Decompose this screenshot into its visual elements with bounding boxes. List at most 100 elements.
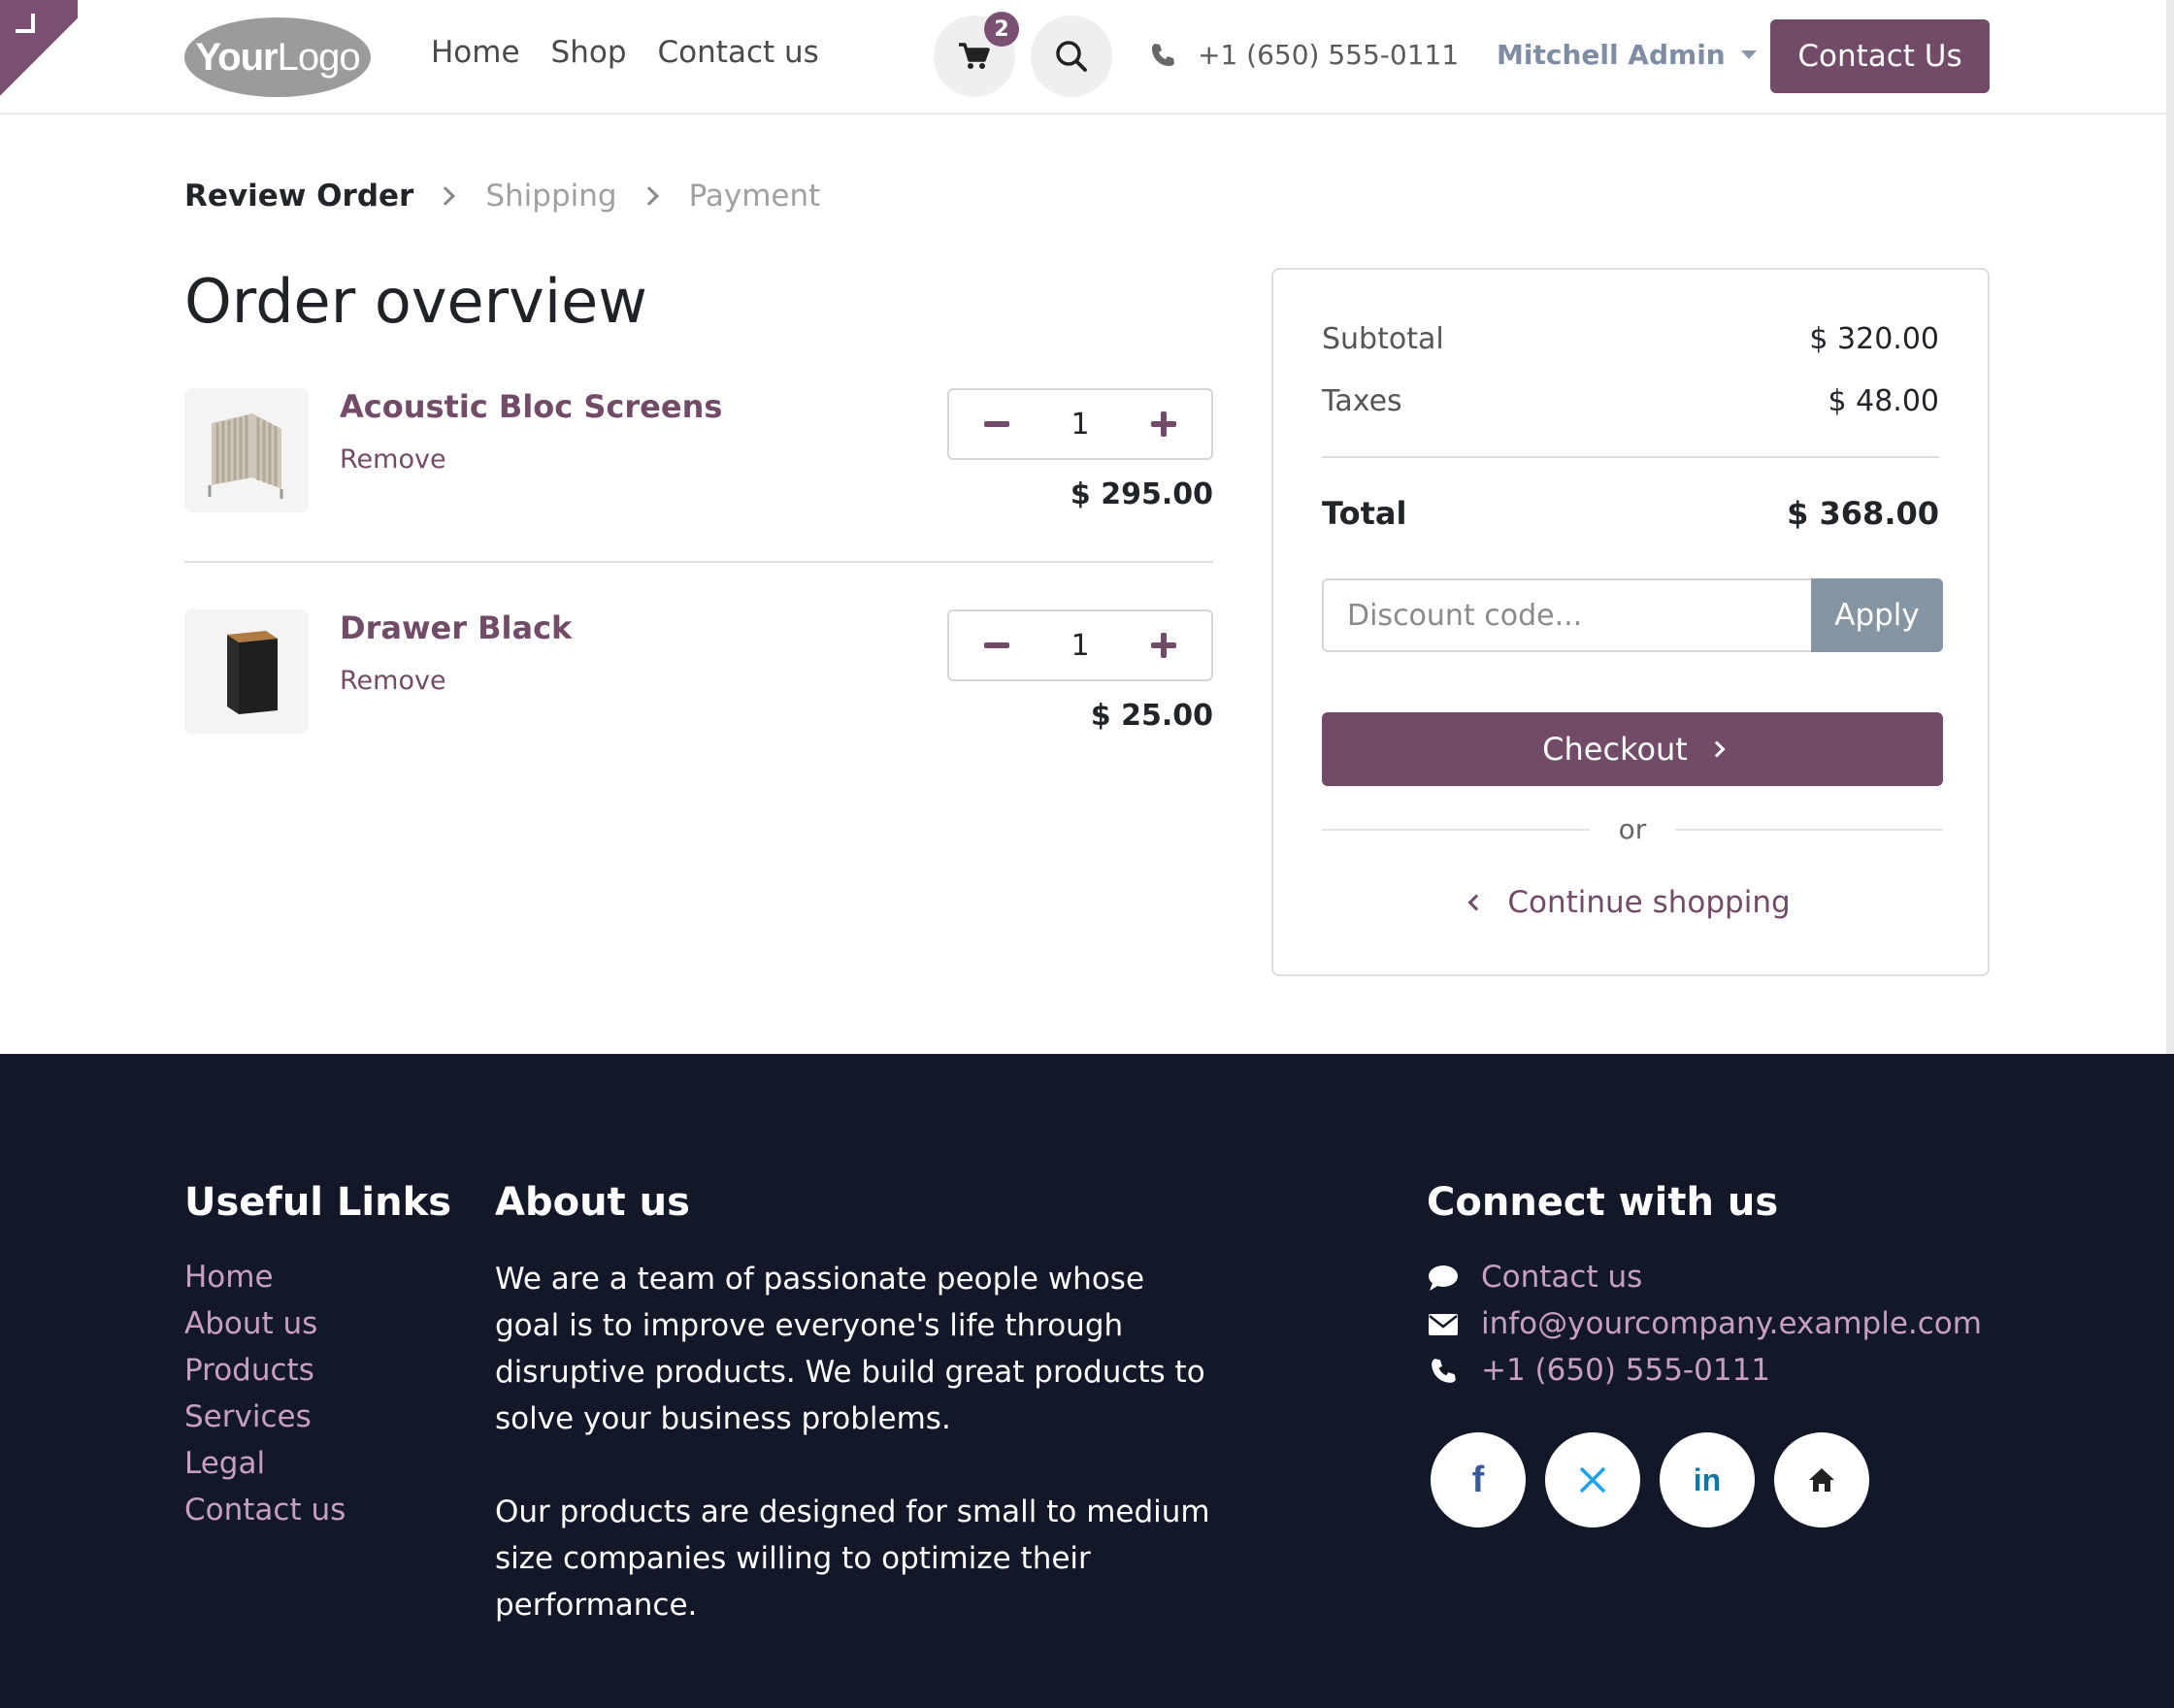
- quantity-value[interactable]: 1: [1071, 629, 1089, 663]
- user-name: Mitchell Admin: [1497, 39, 1726, 71]
- line-divider: [184, 561, 1213, 563]
- about-paragraph: Our products are designed for small to m…: [495, 1494, 1210, 1623]
- product-name[interactable]: Drawer Black: [340, 609, 572, 646]
- site-header: Your Logo Home Shop Contact us 2 +1 (650)…: [0, 0, 2174, 115]
- connect-contact[interactable]: Contact us: [1427, 1260, 1982, 1296]
- about-title: About us: [495, 1180, 690, 1225]
- acoustic-screen-image: [208, 413, 283, 499]
- cart-line: Acoustic Bloc Screens Remove 1 $ 295.00: [184, 388, 1213, 514]
- linkedin-button[interactable]: in: [1660, 1432, 1755, 1527]
- contact-us-button[interactable]: Contact Us: [1770, 19, 1990, 93]
- edit-corner-badge[interactable]: [0, 0, 78, 115]
- or-separator: or: [1322, 813, 1943, 845]
- facebook-icon: f: [1471, 1459, 1485, 1500]
- cart-count-badge: 2: [984, 12, 1019, 47]
- site-logo[interactable]: Your Logo: [184, 17, 371, 97]
- logo-text-bold: Your: [195, 35, 278, 79]
- connect-contact-link: Contact us: [1481, 1260, 1643, 1295]
- phone-text: +1 (650) 555-0111: [1198, 39, 1460, 71]
- continue-shopping-label: Continue shopping: [1507, 885, 1791, 920]
- product-image[interactable]: [184, 388, 309, 512]
- footer-link-legal[interactable]: Legal: [184, 1446, 346, 1482]
- linkedin-icon: in: [1693, 1462, 1722, 1497]
- subtotal-value: $ 320.00: [1809, 322, 1939, 356]
- connect-email[interactable]: info@yourcompany.example.com: [1427, 1306, 1982, 1342]
- checkout-button[interactable]: Checkout: [1322, 712, 1943, 786]
- quantity-stepper: 1: [947, 388, 1213, 460]
- social-links: f in: [1431, 1432, 1869, 1527]
- chevron-left-icon: [1467, 894, 1485, 911]
- useful-links-title: Useful Links: [184, 1180, 452, 1225]
- about-paragraph: We are a team of passionate people whose…: [495, 1262, 1205, 1436]
- subtotal-label: Subtotal: [1322, 322, 1444, 356]
- x-twitter-icon: [1579, 1466, 1606, 1494]
- footer-link-about[interactable]: About us: [184, 1306, 346, 1342]
- home-button[interactable]: [1774, 1432, 1869, 1527]
- taxes-row: Taxes $ 48.00: [1322, 384, 1939, 418]
- main-nav: Home Shop Contact us: [431, 35, 819, 70]
- x-twitter-button[interactable]: [1545, 1432, 1640, 1527]
- footer-link-contact[interactable]: Contact us: [184, 1493, 346, 1528]
- logo-text-light: Logo: [277, 35, 361, 79]
- checkout-label: Checkout: [1542, 731, 1688, 768]
- connect-phone[interactable]: +1 (650) 555-0111: [1427, 1353, 1982, 1389]
- chevron-down-icon: [1740, 50, 1757, 59]
- product-image[interactable]: [184, 609, 309, 734]
- phone-icon: [1152, 43, 1174, 66]
- continue-shopping-link[interactable]: Continue shopping: [1273, 885, 1988, 920]
- step-payment: Payment: [688, 179, 821, 214]
- remove-link[interactable]: Remove: [340, 666, 446, 696]
- home-icon: [1809, 1468, 1834, 1492]
- search-button[interactable]: [1031, 16, 1112, 97]
- minus-icon[interactable]: [984, 642, 1009, 648]
- taxes-value: $ 48.00: [1828, 384, 1939, 418]
- separator-line: [1322, 828, 1590, 831]
- line-price: $ 25.00: [1090, 699, 1213, 733]
- quantity-value[interactable]: 1: [1071, 408, 1089, 442]
- phone-icon: [1432, 1358, 1456, 1383]
- footer-link-home[interactable]: Home: [184, 1260, 346, 1296]
- cart-line: Drawer Black Remove 1 $ 25.00: [184, 609, 1213, 736]
- envelope-icon: [1429, 1313, 1458, 1335]
- drawer-black-image: [227, 631, 278, 714]
- cart-icon: [959, 43, 990, 69]
- order-summary: Subtotal $ 320.00 Taxes $ 48.00 Total $ …: [1271, 268, 1990, 976]
- facebook-button[interactable]: f: [1431, 1432, 1526, 1527]
- site-footer: Useful Links Home About us Products Serv…: [0, 1054, 2174, 1708]
- nav-home[interactable]: Home: [431, 35, 520, 70]
- comment-icon: [1429, 1265, 1458, 1291]
- nav-contact-us[interactable]: Contact us: [658, 35, 819, 70]
- chevron-right-icon: [1708, 740, 1726, 758]
- discount-code-input[interactable]: [1322, 578, 1811, 652]
- connect-email-link: info@yourcompany.example.com: [1481, 1306, 1982, 1341]
- connect-list: Contact us info@yourcompany.example.com …: [1427, 1260, 1982, 1389]
- corner-icon: [16, 14, 35, 33]
- remove-link[interactable]: Remove: [340, 444, 446, 475]
- summary-divider: [1322, 456, 1939, 458]
- total-row: Total $ 368.00: [1322, 495, 1939, 532]
- step-review-order: Review Order: [184, 179, 414, 214]
- minus-icon[interactable]: [984, 421, 1009, 427]
- nav-shop[interactable]: Shop: [551, 35, 627, 70]
- or-label: or: [1618, 813, 1647, 845]
- user-menu[interactable]: Mitchell Admin: [1497, 39, 1757, 71]
- total-label: Total: [1322, 495, 1407, 532]
- plus-icon[interactable]: [1151, 633, 1176, 658]
- product-name[interactable]: Acoustic Bloc Screens: [340, 388, 722, 425]
- discount-form: Apply: [1322, 578, 1943, 652]
- quantity-stepper: 1: [947, 609, 1213, 681]
- line-price: $ 295.00: [1070, 477, 1213, 511]
- chevron-right-icon: [639, 186, 659, 206]
- subtotal-row: Subtotal $ 320.00: [1322, 322, 1939, 356]
- connect-phone-link: +1 (650) 555-0111: [1481, 1353, 1771, 1388]
- header-phone[interactable]: +1 (650) 555-0111: [1149, 39, 1459, 71]
- cart-button[interactable]: 2: [934, 12, 1019, 97]
- footer-link-services[interactable]: Services: [184, 1399, 346, 1435]
- apply-button[interactable]: Apply: [1811, 578, 1943, 652]
- checkout-progress: Review Order Shipping Payment: [184, 179, 820, 214]
- separator-line: [1675, 828, 1943, 831]
- plus-icon[interactable]: [1151, 411, 1176, 437]
- footer-link-products[interactable]: Products: [184, 1353, 346, 1389]
- search-icon: [1056, 41, 1087, 72]
- connect-title: Connect with us: [1427, 1180, 1779, 1225]
